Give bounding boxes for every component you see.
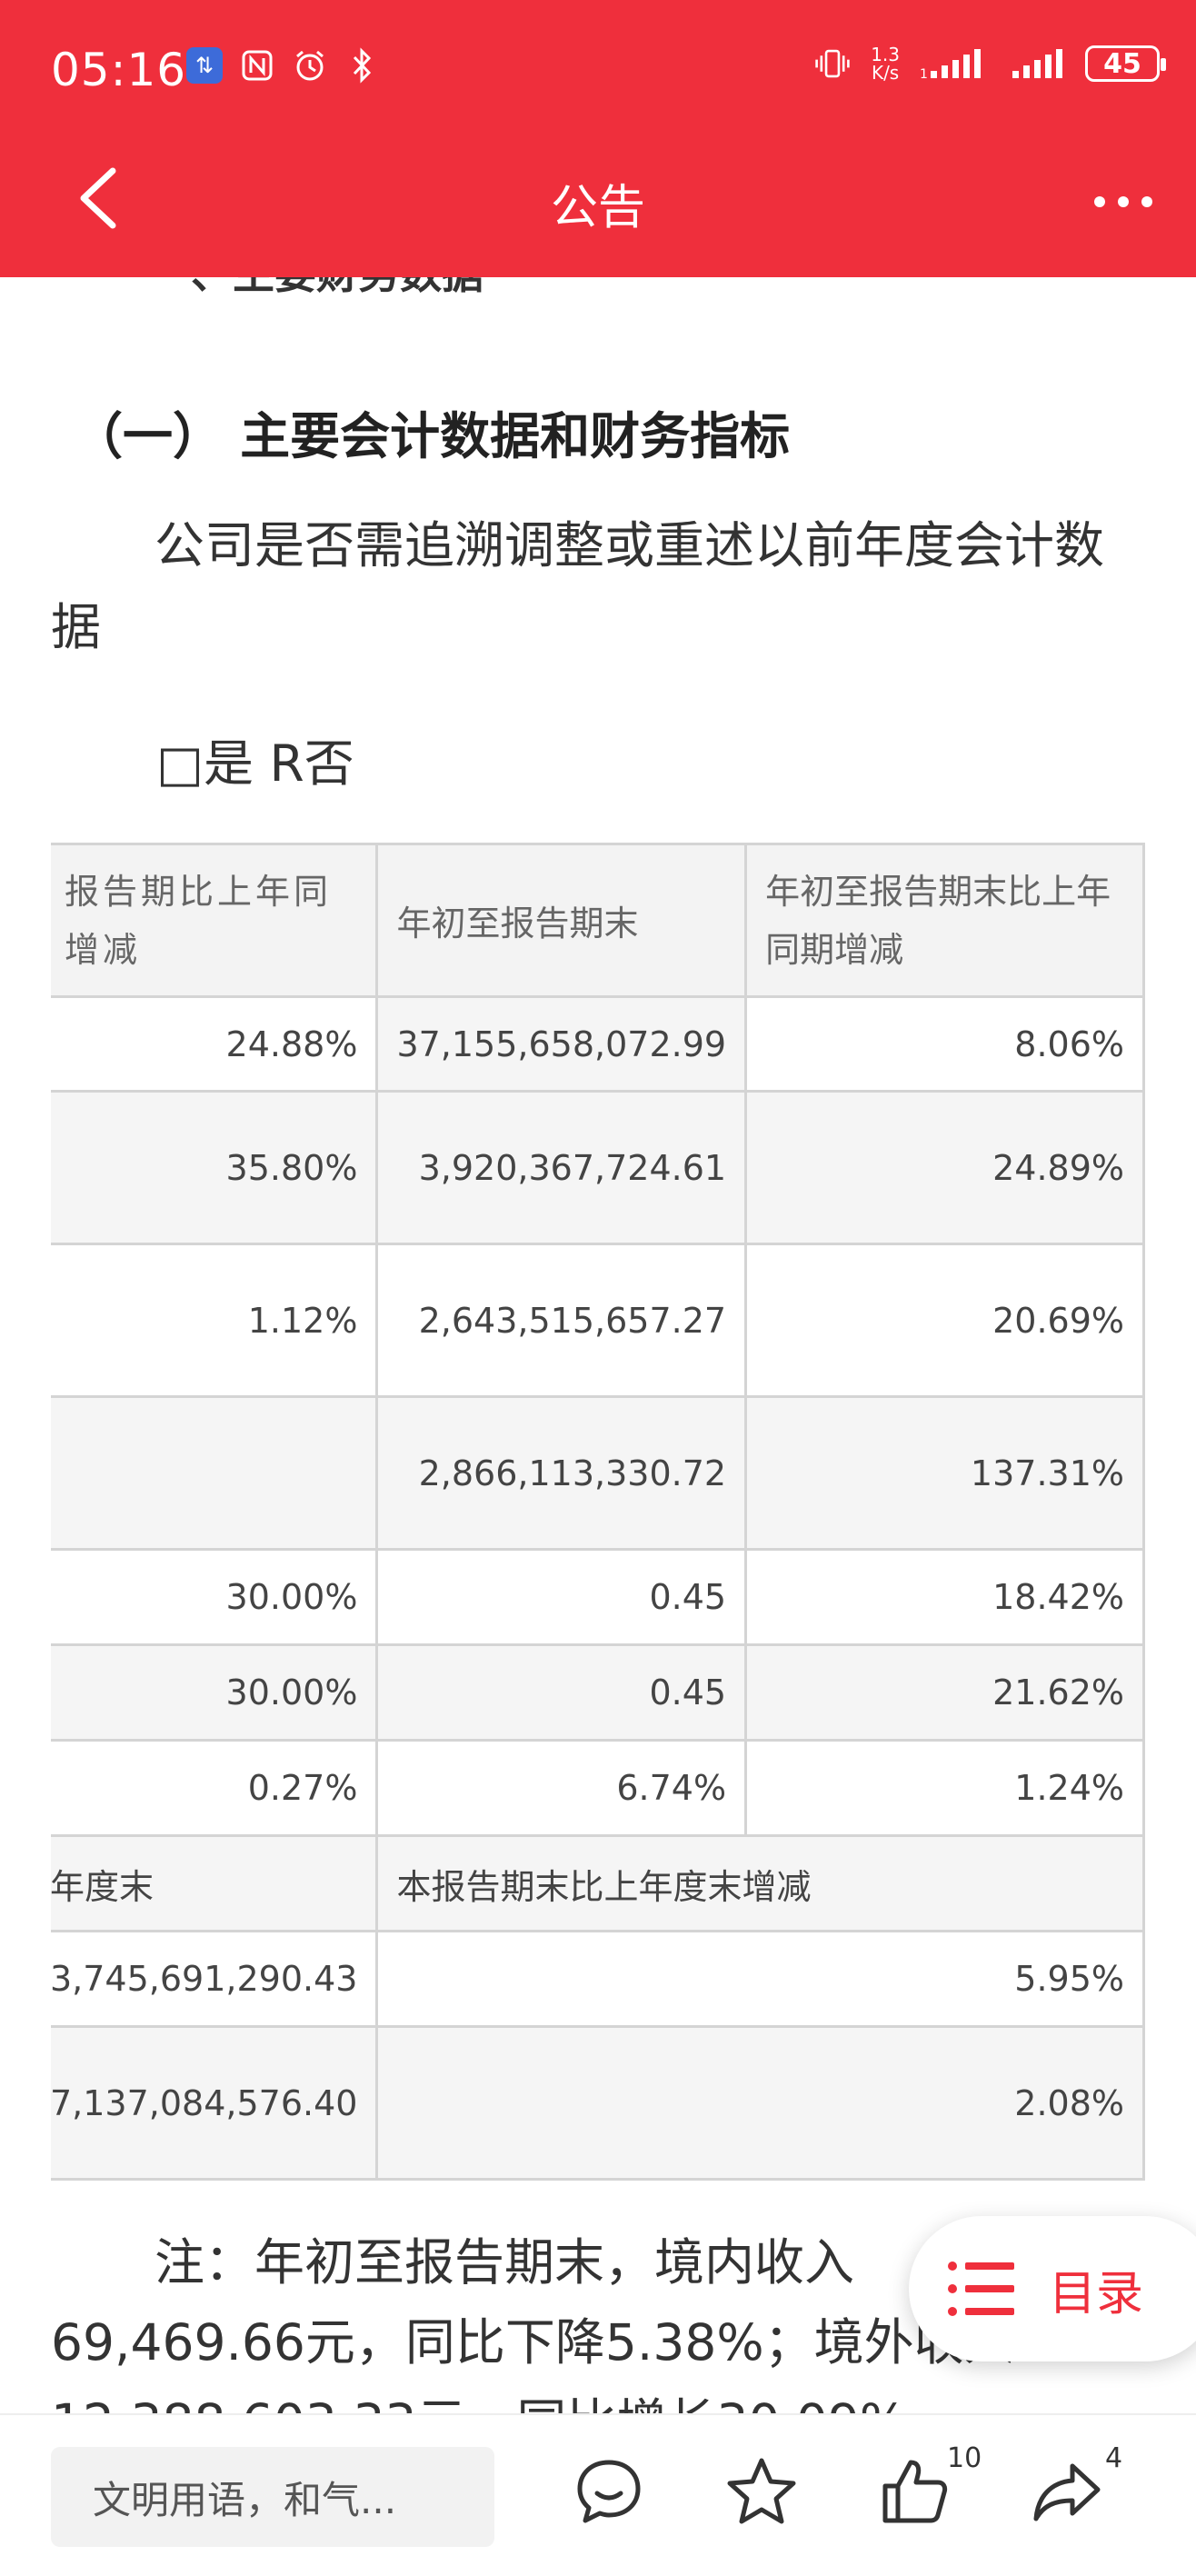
table-cell: 2,866,113,330.72: [375, 1395, 748, 1551]
table-cell: 8.06%: [744, 995, 1145, 1093]
more-dots-icon: [1094, 196, 1152, 207]
table-header-row: 报告期比上年同增减 年初至报告期末 年初至报告期末比上年同期增减: [51, 843, 1145, 998]
table-cell: 2,643,515,657.27: [375, 1243, 748, 1398]
partial-heading: 、主要财务数据: [191, 277, 483, 301]
thumbs-up-icon: [882, 2460, 948, 2523]
table-header-cell: 年初至报告期末比上年同期增减: [744, 843, 1145, 998]
vibrate-icon: [814, 45, 851, 82]
toc-button[interactable]: 目录: [909, 2216, 1196, 2361]
paragraph-text: 公司是否需追溯调整或重述以前年度会计数据: [51, 516, 1105, 656]
signal-icon-2: [1009, 45, 1065, 82]
top-nav-bar: 公告: [0, 136, 1196, 277]
share-arrow-icon: [1033, 2463, 1101, 2521]
star-icon: [727, 2458, 796, 2524]
table-cell: 30.00%: [51, 1548, 379, 1646]
list-icon: [948, 2261, 1014, 2316]
table-cell: 6.74%: [375, 1739, 748, 1837]
bluetooth-icon: [344, 47, 381, 84]
table-cell: 37,155,658,072.99: [375, 995, 748, 1093]
table-header-cell: 本报告期末比上年度末增减: [375, 1834, 1145, 1932]
table-row: 24.88% 37,155,658,072.99 8.06%: [51, 995, 1145, 1093]
table-row: 35.80% 3,920,367,724.61 24.89%: [51, 1090, 1145, 1245]
status-icons-right: 1.3 K/s 1 45: [814, 44, 1166, 84]
table-cell: 1.24%: [744, 1739, 1145, 1837]
bottom-action-bar: 文明用语，和气... 10 4: [0, 2413, 1196, 2576]
table-cell: 21.62%: [744, 1643, 1145, 1742]
table-cell: [51, 1395, 379, 1551]
network-speed: 1.3 K/s: [871, 44, 900, 84]
share-count: 4: [1105, 2442, 1123, 2474]
financial-table[interactable]: 报告期比上年同增减 年初至报告期末 年初至报告期末比上年同期增减 24.88% …: [51, 843, 1145, 2181]
more-options-button[interactable]: [1087, 164, 1160, 236]
table-cell: 0.27%: [51, 1739, 379, 1837]
table-cell: 3,745,691,290.43: [51, 1930, 379, 2028]
table-cell: 0.45: [375, 1548, 748, 1646]
like-button[interactable]: [878, 2455, 951, 2528]
toc-label: 目录: [1049, 2266, 1144, 2321]
comment-input[interactable]: 文明用语，和气...: [51, 2447, 494, 2547]
table-cell: 3,920,367,724.61: [375, 1090, 748, 1245]
status-bar: 05:16 ⇅ 1.3 K/s 1 45: [0, 0, 1196, 136]
status-time: 05:16: [51, 44, 187, 96]
table-cell: 2.08%: [375, 2025, 1145, 2181]
announcement-content[interactable]: 、主要财务数据 （一） 主要会计数据和财务指标 公司是否需追溯调整或重述以前年度…: [0, 277, 1196, 2413]
section-title: （一） 主要会计数据和财务指标: [73, 407, 791, 465]
table-cell: 35.80%: [51, 1090, 379, 1245]
nfc-icon: [239, 47, 275, 84]
table-header-cell: 报告期比上年同增减: [51, 843, 379, 998]
table-cell: 5.95%: [375, 1930, 1145, 2028]
table-header-cell: 年初至报告期末: [375, 843, 748, 998]
table-cell: 30.00%: [51, 1643, 379, 1742]
share-button[interactable]: [1031, 2455, 1103, 2528]
table-row: 1.12% 2,643,515,657.27 20.69%: [51, 1243, 1145, 1398]
alarm-icon: [292, 47, 328, 84]
comment-button[interactable]: [573, 2455, 645, 2528]
page-title: 公告: [550, 181, 645, 235]
table-header-cell: 年度末: [51, 1834, 379, 1932]
table-subheader-row: 年度末 本报告期末比上年度末增减: [51, 1834, 1145, 1932]
note-line-3: 12,388,603.33元，同比增长30.09%: [51, 2382, 1151, 2413]
like-count: 10: [947, 2442, 982, 2474]
table-cell: 18.42%: [744, 1548, 1145, 1646]
table-cell: 137.31%: [744, 1395, 1145, 1551]
table-cell: 24.88%: [51, 995, 379, 1093]
table-cell: 0.45: [375, 1643, 748, 1742]
table-cell: 20.69%: [744, 1243, 1145, 1398]
table-row: 30.00% 0.45 21.62%: [51, 1643, 1145, 1742]
note-line-1: 注：年初至报告期末，境内收入: [154, 2233, 855, 2291]
choice-text: □是 R否: [156, 734, 354, 793]
table-cell: 7,137,084,576.40: [51, 2025, 379, 2181]
table-row: 3,745,691,290.43 5.95%: [51, 1930, 1145, 2028]
battery-indicator: 45: [1085, 45, 1166, 82]
table-row: 7,137,084,576.40 2.08%: [51, 2025, 1145, 2181]
table-cell: 24.89%: [744, 1090, 1145, 1245]
comment-bubble-icon: [577, 2460, 641, 2523]
table-cell: 1.12%: [51, 1243, 379, 1398]
data-transfer-icon: ⇅: [186, 47, 223, 84]
status-icons-left: ⇅: [186, 47, 381, 84]
signal-icon-1: 1: [920, 45, 989, 82]
table-row: 30.00% 0.45 18.42%: [51, 1548, 1145, 1646]
table-row: 0.27% 6.74% 1.24%: [51, 1739, 1145, 1837]
table-row: 2,866,113,330.72 137.31%: [51, 1395, 1145, 1551]
svg-text:1: 1: [920, 67, 928, 82]
favorite-button[interactable]: [725, 2455, 798, 2528]
